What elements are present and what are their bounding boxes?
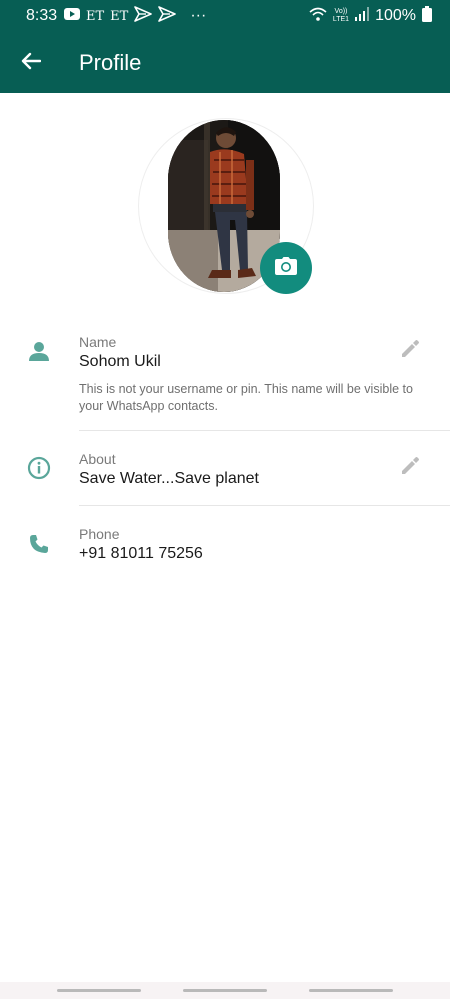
info-icon xyxy=(26,455,52,481)
battery-icon xyxy=(422,5,432,27)
phone-icon xyxy=(26,531,52,557)
phone-value: +91 81011 75256 xyxy=(79,545,203,562)
volte-label: Vo)) xyxy=(334,8,348,15)
camera-icon xyxy=(275,256,297,280)
divider xyxy=(79,505,450,506)
send-icon xyxy=(158,5,177,27)
edit-about-button[interactable] xyxy=(398,456,422,480)
name-row[interactable]: Name Sohom Ukil This is not your usernam… xyxy=(0,326,450,430)
person-icon xyxy=(26,338,52,364)
app-bar: Profile xyxy=(0,32,450,93)
nav-home-button[interactable] xyxy=(183,989,267,992)
et-icon: ET xyxy=(86,8,105,24)
edit-name-button[interactable] xyxy=(398,339,422,363)
pencil-icon xyxy=(400,339,420,364)
status-system-icons: Vo)) LTE1 100% xyxy=(309,5,432,27)
phone-label: Phone xyxy=(79,526,120,542)
name-hint: This is not your username or pin. This n… xyxy=(79,382,413,413)
status-notification-icons: ET ET ··· xyxy=(64,5,207,27)
back-button[interactable] xyxy=(16,48,46,78)
phone-row: Phone +91 81011 75256 xyxy=(0,518,450,580)
signal-icon xyxy=(355,6,370,26)
pencil-icon xyxy=(400,456,420,481)
page-title: Profile xyxy=(79,50,142,75)
et-icon: ET xyxy=(110,8,129,24)
change-photo-button[interactable] xyxy=(260,242,312,294)
about-label: About xyxy=(79,451,116,467)
status-time: 8:33 xyxy=(26,7,58,24)
wifi-icon xyxy=(309,7,327,26)
about-value: Save Water...Save planet xyxy=(79,470,259,487)
youtube-icon xyxy=(64,7,80,25)
system-navigation-bar xyxy=(0,982,450,999)
name-label: Name xyxy=(79,334,117,350)
status-bar: 8:33 ET ET ··· Vo)) LTE1 100% xyxy=(0,0,450,32)
volte-indicator: Vo)) LTE1 xyxy=(333,8,349,24)
nav-back-button[interactable] xyxy=(309,989,393,992)
divider xyxy=(79,430,450,431)
more-notifications-icon: ··· xyxy=(190,7,207,24)
lte-label: LTE1 xyxy=(332,16,350,23)
battery-percent: 100% xyxy=(375,7,416,24)
send-icon xyxy=(134,5,153,27)
profile-avatar xyxy=(138,118,314,294)
about-row[interactable]: About Save Water...Save planet xyxy=(0,443,450,505)
back-arrow-icon xyxy=(21,52,42,75)
name-value: Sohom Ukil xyxy=(79,353,161,370)
nav-recent-button[interactable] xyxy=(57,989,141,992)
